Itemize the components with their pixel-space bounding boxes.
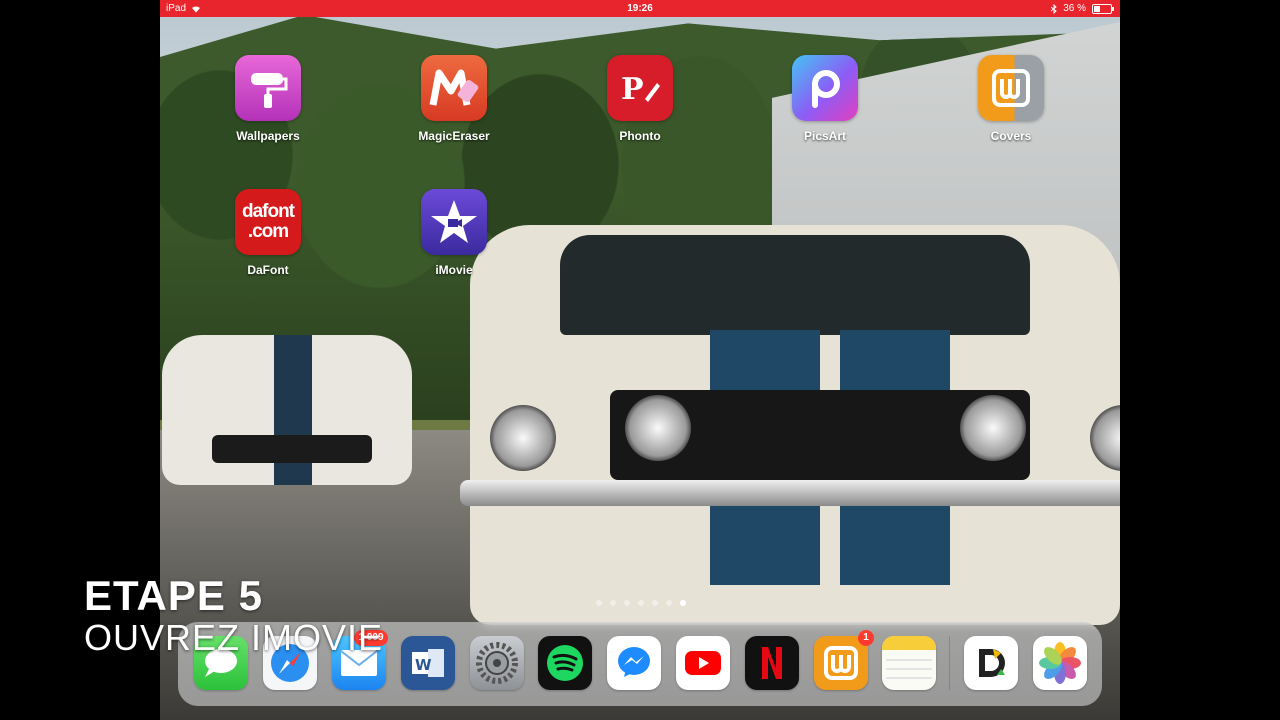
app-dafont[interactable]: dafont .com DaFont [213,189,323,277]
page-dot [666,600,672,606]
app-phonto[interactable]: P Phonto [585,55,695,143]
dock-wattpad[interactable]: 1 [814,630,874,690]
dock-separator [949,636,950,690]
app-picsart[interactable]: PicsArt [770,55,880,143]
phonto-icon: P [607,55,673,121]
page-dot [652,600,658,606]
wattpad-icon [824,646,858,680]
notes-icon [882,636,936,679]
app-wallpapers[interactable]: Wallpapers [213,55,323,143]
dictionary-icon [979,649,1005,677]
magic-eraser-icon [421,55,487,121]
dock-photos[interactable] [1033,636,1087,690]
dock-settings[interactable] [470,636,524,690]
page-dot [596,600,602,606]
dock-netflix[interactable] [745,636,799,690]
caption-instruction: OUVREZ IMOVIE [84,617,384,658]
page-dot [638,600,644,606]
photos-icon [1039,642,1081,684]
dock-messenger[interactable] [607,636,661,690]
covers-icon [978,55,1044,121]
app-label: iMovie [435,263,473,277]
battery-icon [1092,3,1114,14]
imovie-icon [421,189,487,255]
app-label: PicsArt [803,129,847,143]
app-label: Phonto [619,129,661,143]
app-label: Covers [990,129,1032,143]
status-bar: iPad 19:26 36 % [160,0,1120,17]
page-dot [610,600,616,606]
battery-percent: 36 % [1063,3,1086,14]
app-covers[interactable]: Covers [956,55,1066,143]
page-dot [624,600,630,606]
messenger-icon [618,647,650,677]
app-label: Wallpapers [236,129,300,143]
wattpad-badge: 1 [858,630,874,646]
app-imovie[interactable]: iMovie [399,189,509,277]
paint-roller-icon [235,55,301,121]
page-dot-active [680,600,686,606]
word-icon: W [412,649,444,677]
caption-step: ETAPE 5 [84,572,263,619]
picsart-icon [792,55,858,121]
status-time: 19:26 [627,3,653,14]
svg-text:W: W [415,656,432,674]
settings-icon [476,642,518,684]
app-magiceraser[interactable]: MagicEraser [399,55,509,143]
bluetooth-icon [1051,3,1057,14]
spotify-icon [547,645,583,681]
dock-youtube[interactable] [676,636,730,690]
dock-word[interactable]: W [401,636,455,690]
app-label: DaFont [247,263,289,277]
dock-notes[interactable] [882,636,936,690]
tutorial-caption: ETAPE 5 OUVREZ IMOVIE [84,574,383,658]
app-label: MagicEraser [418,129,490,143]
youtube-icon [685,651,721,675]
dock-spotify[interactable] [538,636,592,690]
netflix-icon [762,647,782,679]
dafont-icon: dafont .com [235,189,301,255]
page-indicator[interactable] [596,600,686,606]
dock-dictionary[interactable] [964,636,1018,690]
svg-text:P: P [621,72,644,107]
